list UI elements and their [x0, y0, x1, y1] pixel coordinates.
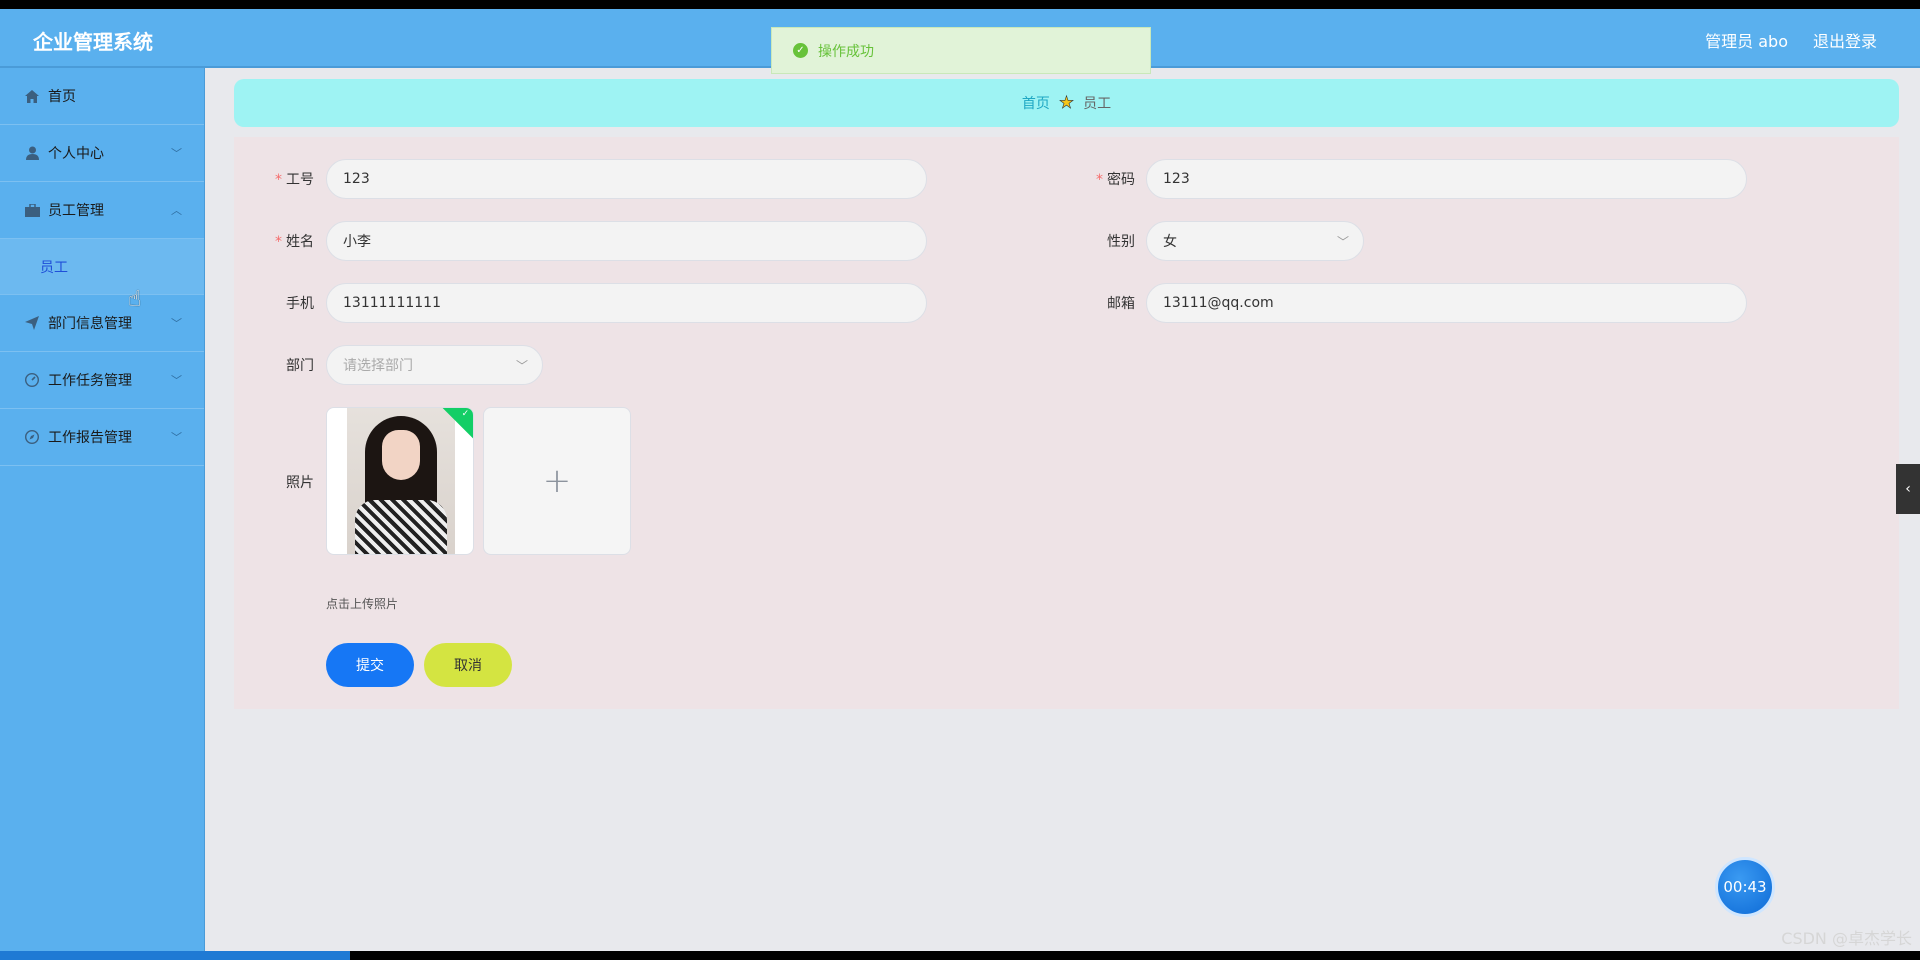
compass-icon — [24, 429, 40, 445]
chevron-up-icon: ︿ — [171, 204, 182, 217]
email-label: 邮箱 — [1107, 296, 1135, 312]
sidebar-item-label: 个人中心 — [48, 146, 104, 162]
breadcrumb-home[interactable]: 首页 — [1022, 93, 1050, 113]
chevron-down-icon: ﹀ — [515, 359, 528, 373]
name-input[interactable]: 小李 — [326, 221, 927, 261]
employee-no-label: * 工号 — [275, 172, 314, 188]
department-select[interactable]: 请选择部门 ﹀ — [326, 345, 543, 385]
sidebar-subitem-label: 员工 — [40, 259, 68, 276]
upload-photo-button[interactable]: + — [483, 407, 631, 555]
current-user: 管理员 abo — [1705, 32, 1788, 51]
gender-select[interactable]: 女 ﹀ — [1146, 221, 1364, 261]
user-icon — [24, 145, 40, 161]
email-input[interactable]: 13111@qq.com — [1146, 283, 1747, 323]
sidebar-item-department[interactable]: 部门信息管理 ﹀ — [0, 295, 204, 352]
chevron-down-icon: ﹀ — [171, 317, 182, 330]
briefcase-icon — [24, 202, 40, 218]
app-title: 企业管理系统 — [33, 30, 153, 54]
password-input[interactable]: 123 — [1146, 159, 1747, 199]
password-label: * 密码 — [1096, 172, 1135, 188]
home-icon — [24, 88, 40, 104]
sidebar-item-reports[interactable]: 工作报告管理 ﹀ — [0, 409, 204, 466]
employee-no-input[interactable]: 123 — [326, 159, 927, 199]
upload-hint: 点击上传照片 — [326, 597, 399, 611]
plus-icon: + — [542, 461, 572, 501]
gender-label: 性别 — [1107, 234, 1135, 250]
progress-bar — [0, 951, 350, 960]
department-label: 部门 — [286, 358, 314, 374]
gender-value: 女 — [1163, 234, 1177, 250]
sidebar-item-label: 员工管理 — [48, 203, 104, 219]
sidebar-item-label: 工作报告管理 — [48, 430, 132, 446]
sidebar-item-label: 部门信息管理 — [48, 316, 132, 332]
phone-input[interactable]: 13111111111 — [326, 283, 927, 323]
recording-timer: 00:43 — [1715, 857, 1775, 917]
app-window: 企业管理系统 管理员 abo 退出登录 ✓ 操作成功 首页 个人中心 ﹀ 员工管… — [0, 9, 1920, 951]
sidebar-item-profile[interactable]: 个人中心 ﹀ — [0, 125, 204, 182]
success-toast: ✓ 操作成功 — [771, 27, 1151, 74]
dashboard-icon — [24, 372, 40, 388]
sidebar: 首页 个人中心 ﹀ 员工管理 ︿ 员工 部门信息管理 ﹀ 工作任务管理 ﹀ 工作… — [0, 68, 205, 951]
chevron-down-icon: ﹀ — [171, 147, 182, 160]
chevron-left-icon[interactable]: ‹ — [1896, 464, 1920, 514]
cancel-button[interactable]: 取消 — [424, 643, 512, 687]
watermark: CSDN @卓杰学长 — [1781, 929, 1912, 948]
sidebar-subitem-employee[interactable]: 员工 — [0, 239, 204, 295]
name-label: * 姓名 — [275, 234, 314, 250]
chevron-down-icon: ﹀ — [171, 374, 182, 387]
photo-image — [347, 408, 455, 554]
check-icon: ✓ — [461, 408, 470, 419]
submit-button[interactable]: 提交 — [326, 643, 414, 687]
photo-label: 照片 — [286, 475, 314, 491]
hand-cursor-icon: ☝ — [128, 287, 142, 312]
chevron-down-icon: ﹀ — [171, 431, 182, 444]
sidebar-item-tasks[interactable]: 工作任务管理 ﹀ — [0, 352, 204, 409]
sidebar-item-home[interactable]: 首页 — [0, 68, 204, 125]
sidebar-item-label: 工作任务管理 — [48, 373, 132, 389]
phone-label: 手机 — [286, 296, 314, 312]
uploaded-photo[interactable]: ✓ — [326, 407, 474, 555]
department-placeholder: 请选择部门 — [343, 358, 413, 374]
send-icon — [24, 315, 40, 331]
sidebar-item-employee-management[interactable]: 员工管理 ︿ — [0, 182, 204, 239]
chevron-down-icon: ﹀ — [1336, 235, 1349, 249]
logout-link[interactable]: 退出登录 — [1813, 28, 1877, 52]
breadcrumb: 首页 ★ 员工 — [234, 79, 1899, 127]
star-icon: ★ — [1058, 93, 1075, 114]
sidebar-item-label: 首页 — [48, 89, 76, 105]
check-circle-icon: ✓ — [793, 43, 808, 58]
toast-message: 操作成功 — [818, 43, 874, 60]
breadcrumb-current: 员工 — [1083, 96, 1112, 112]
